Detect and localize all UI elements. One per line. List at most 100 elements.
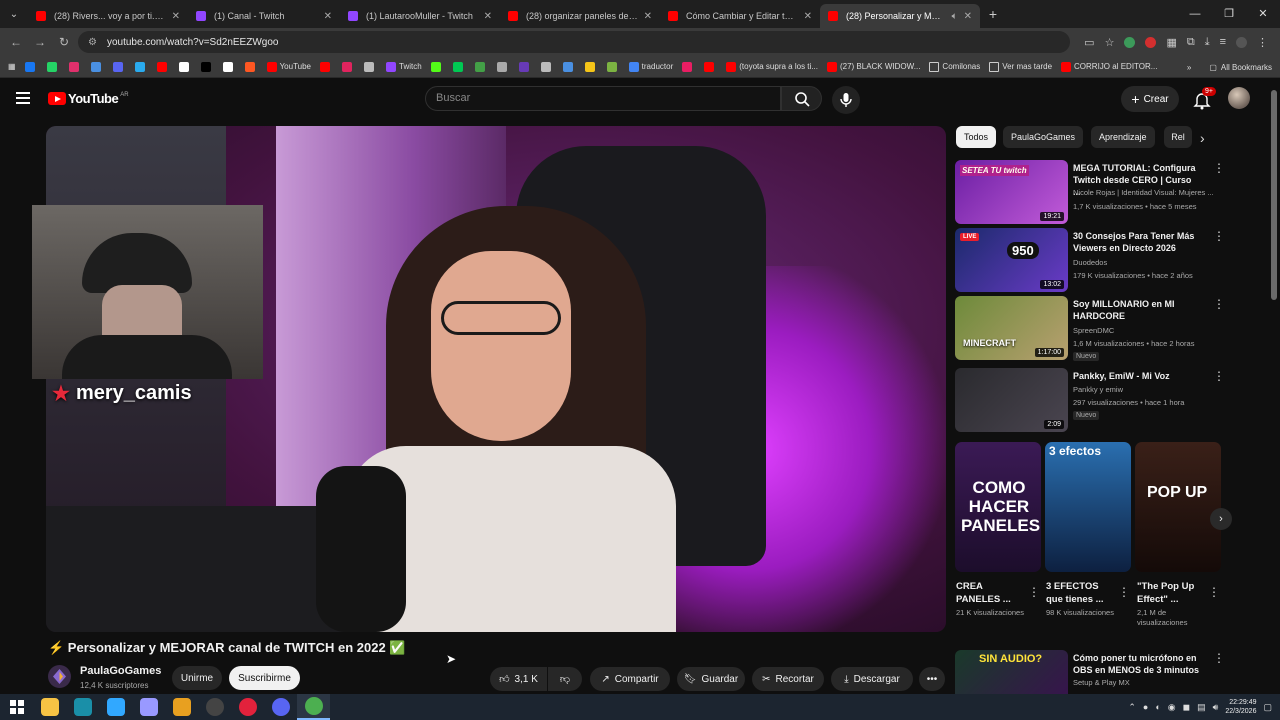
browser-tab[interactable]: (1) Canal - Twitch ✕ [188,4,340,28]
more-options-icon[interactable]: ⋮ [1118,585,1130,599]
more-options-icon[interactable]: ⋮ [1208,585,1220,599]
shelf-next-icon[interactable]: › [1210,508,1232,530]
taskbar-app-app-red[interactable] [231,694,264,720]
video-title[interactable]: Pankky, EmiW - Mi Voz [1073,370,1201,382]
account-avatar[interactable] [1228,87,1250,109]
list-item[interactable]: LIVE 950 13:02 30 Consejos Para Tener Má… [955,228,1225,292]
cast-icon[interactable]: ▭ [1084,36,1094,49]
tray-app-icon[interactable]: ◼ [1183,702,1190,713]
close-tab-icon[interactable]: ✕ [964,11,972,22]
more-options-icon[interactable]: ⋮ [1213,230,1225,242]
reload-icon[interactable]: ↻ [52,35,76,49]
tab-search-icon[interactable]: ⌄ [0,0,28,28]
bookmark-item[interactable] [496,61,510,72]
close-tab-icon[interactable]: ✕ [804,11,812,22]
bookmark-item[interactable] [452,61,466,72]
bookmark-item[interactable] [90,61,104,72]
short-title[interactable]: 3 EFECTOS que tienes ... [1046,580,1116,606]
bookmark-item[interactable]: YouTube [266,61,311,72]
bookmark-item[interactable] [474,61,488,72]
bookmark-item[interactable] [134,61,148,72]
short-thumbnail[interactable]: POP UP [1135,442,1221,572]
back-icon[interactable]: ← [4,35,28,49]
short-thumbnail[interactable]: 3 efectos [1045,442,1131,572]
search-input[interactable]: Buscar [425,86,781,111]
menu-icon[interactable] [16,92,30,104]
list-item[interactable]: SIN AUDIO? Cómo poner tu micrófono en OB… [955,650,1225,694]
channel-name[interactable]: Nicole Rojas | Identidad Visual: Mujeres… [1073,188,1223,197]
share-button[interactable]: ↗ Compartir [590,667,670,691]
network-icon[interactable]: ▤ [1197,702,1206,713]
video-title[interactable]: 30 Consejos Para Tener Más Viewers en Di… [1073,230,1201,254]
video-thumbnail[interactable]: 2:09 [955,368,1068,432]
volume-icon[interactable]: 🔊︎ [1213,702,1219,713]
address-bar[interactable]: ⚙ youtube.com/watch?v=Sd2nEEZWgoo [78,31,1070,53]
more-actions-button[interactable]: ••• [919,667,945,691]
short-title[interactable]: "The Pop Up Effect" ... [1137,580,1207,606]
short-info[interactable]: CREA PANELES ... 21 K visualizaciones [956,580,1028,618]
browser-tab[interactable]: (28) Personalizar y MEJO 🔈︎ ✕ [820,4,980,28]
browser-tab[interactable]: (28) Rivers... voy a por ti. - YouT ✕ [28,4,188,28]
list-item[interactable]: 2:09 Pankky, EmiW - Mi Voz Pankky y emiw… [955,368,1225,432]
new-tab-button[interactable]: + [980,6,1006,22]
youtube-logo[interactable]: YouTube AR [48,91,129,106]
bookmark-item[interactable] [540,61,554,72]
video-thumbnail[interactable]: LIVE 950 13:02 [955,228,1068,292]
bookmark-folder[interactable]: Comilonas [929,61,980,72]
bookmark-item[interactable] [342,61,355,72]
bookmark-item[interactable] [584,61,598,72]
more-options-icon[interactable]: ⋮ [1213,162,1225,174]
bookmark-item[interactable] [562,61,576,72]
extension-icon[interactable] [1145,36,1157,48]
list-item[interactable]: MINECRAFT 1:17:00 Soy MILLONARIO en MI H… [955,296,1225,361]
subscribe-button[interactable]: Suscribirme [229,666,300,690]
bookmark-item[interactable]: traductor [628,61,673,72]
tray-chevron-icon[interactable]: ⌃ [1128,702,1136,713]
extension-icon[interactable]: ▦ [1166,36,1176,49]
all-bookmarks[interactable]: » ▢ All Bookmarks [1187,56,1272,78]
bookmark-item[interactable] [200,61,214,72]
site-info-icon[interactable]: ⚙ [88,37,97,48]
short-title[interactable]: CREA PANELES ... [956,580,1026,606]
bookmark-item[interactable] [112,61,126,72]
close-tab-icon[interactable]: ✕ [324,11,332,22]
chevron-right-icon[interactable]: › [1200,130,1205,146]
taskbar-app-photoshop[interactable] [99,694,132,720]
taskbar-app-discord[interactable] [264,694,297,720]
taskbar-app-premiere[interactable] [132,694,165,720]
chip-aprendizaje[interactable]: Aprendizaje [1091,126,1155,148]
bookmark-item[interactable] [46,61,60,72]
bookmark-item[interactable]: (27) BLACK WIDOW... [826,61,920,72]
taskbar-app-app-teal[interactable] [66,694,99,720]
bookmark-item[interactable]: Twitch [386,61,422,72]
bookmark-item[interactable] [682,61,695,72]
short-info[interactable]: 3 EFECTOS que tienes ... 98 K visualizac… [1046,580,1118,618]
bookmark-item[interactable] [364,61,377,72]
channel-name[interactable]: SpreenDMC [1073,326,1223,335]
video-thumbnail[interactable]: SETEA TU twitch 19:21 [955,160,1068,224]
bookmark-item[interactable] [704,61,717,72]
bookmark-item[interactable] [430,61,444,72]
forward-icon[interactable]: → [28,35,52,49]
video-title[interactable]: Soy MILLONARIO en MI HARDCORE [1073,298,1201,322]
bookmark-item[interactable] [244,61,258,72]
bookmark-item[interactable] [320,61,333,72]
chip-channel[interactable]: PaulaGoGames [1003,126,1084,148]
video-title[interactable]: Cómo poner tu micrófono en OBS en MENOS … [1073,652,1201,676]
channel-name[interactable]: PaulaGoGames [80,665,161,677]
channel-name[interactable]: Setup & Play MX [1073,678,1223,687]
taskbar-app-obs[interactable] [198,694,231,720]
join-button[interactable]: Unirme [172,666,222,690]
channel-name[interactable]: Pankky y emiw [1073,385,1223,394]
tray-app-icon[interactable]: ● [1143,702,1148,712]
browser-tab[interactable]: Cómo Cambiar y Editar tus PA ✕ [660,4,820,28]
start-button[interactable] [0,694,33,720]
close-window-icon[interactable]: ✕ [1246,0,1280,28]
apps-grid-icon[interactable]: ▦ [8,62,16,71]
close-tab-icon[interactable]: ✕ [484,11,492,22]
clip-button[interactable]: ✂ Recortar [752,667,824,691]
voice-search-button[interactable] [832,86,860,114]
browser-tab[interactable]: (1) LautarooMuller - Twitch ✕ [340,4,500,28]
bookmark-item[interactable] [518,61,532,72]
bookmark-item[interactable] [222,61,236,72]
